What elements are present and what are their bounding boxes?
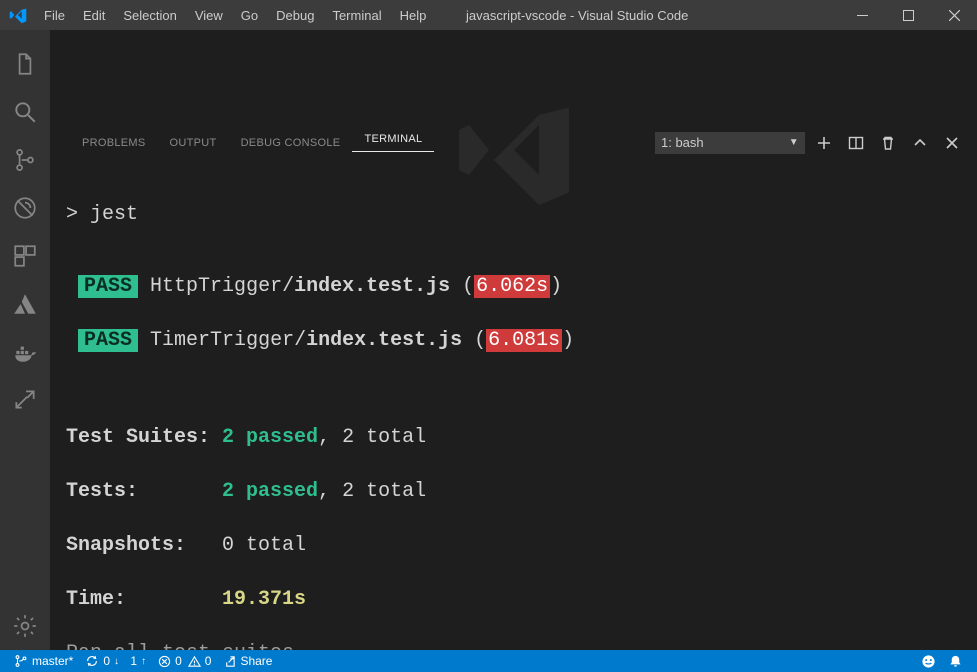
azure-icon[interactable] xyxy=(0,280,50,328)
editor-area: PROBLEMS OUTPUT DEBUG CONSOLE TERMINAL 1… xyxy=(50,30,977,650)
menu-debug[interactable]: Debug xyxy=(267,8,323,23)
status-feedback-icon[interactable] xyxy=(915,654,942,669)
summary-tests: Tests: 2 passed, 2 total xyxy=(66,478,961,505)
terminal-select[interactable]: 1: bash xyxy=(655,132,805,154)
debug-icon[interactable] xyxy=(0,184,50,232)
docker-icon[interactable] xyxy=(0,328,50,376)
status-branch[interactable]: master* xyxy=(8,654,79,668)
test-run-row: PASS TimerTrigger/index.test.js (6.081s) xyxy=(66,327,961,354)
gear-icon[interactable] xyxy=(0,602,50,650)
title-bar: File Edit Selection View Go Debug Termin… xyxy=(0,0,977,30)
menu-terminal[interactable]: Terminal xyxy=(323,8,390,23)
menu-go[interactable]: Go xyxy=(232,8,267,23)
vscode-logo-icon xyxy=(0,6,35,24)
status-sync[interactable]: 0↓ 1↑ xyxy=(79,654,152,668)
status-share[interactable]: Share xyxy=(217,654,278,668)
menu-view[interactable]: View xyxy=(186,8,232,23)
summary-suites: Test Suites: 2 passed, 2 total xyxy=(66,424,961,451)
minimize-button[interactable] xyxy=(839,0,885,30)
terminal-selector[interactable]: 1: bash ▼ xyxy=(655,132,805,154)
search-icon[interactable] xyxy=(0,88,50,136)
new-terminal-icon[interactable] xyxy=(811,130,837,156)
menu-file[interactable]: File xyxy=(35,8,74,23)
menu-edit[interactable]: Edit xyxy=(74,8,114,23)
status-notifications-icon[interactable] xyxy=(942,654,969,669)
explorer-icon[interactable] xyxy=(0,40,50,88)
terminal-body[interactable]: > jest PASS HttpTrigger/index.test.js (6… xyxy=(50,160,977,650)
test-run-row: PASS HttpTrigger/index.test.js (6.062s) xyxy=(66,273,961,300)
tab-output[interactable]: OUTPUT xyxy=(158,137,229,149)
summary-ran: Ran all test suites. xyxy=(66,640,961,650)
menu-selection[interactable]: Selection xyxy=(114,8,185,23)
status-bar: master* 0↓ 1↑ 0 0 Share xyxy=(0,650,977,672)
maximize-button[interactable] xyxy=(885,0,931,30)
status-errors[interactable]: 0 xyxy=(152,654,188,668)
maximize-panel-icon[interactable] xyxy=(907,130,933,156)
menu-help[interactable]: Help xyxy=(391,8,436,23)
summary-snapshots: Snapshots: 0 total xyxy=(66,532,961,559)
vscode-watermark-icon xyxy=(454,90,574,210)
split-terminal-icon[interactable] xyxy=(843,130,869,156)
close-panel-icon[interactable] xyxy=(939,130,965,156)
live-share-icon[interactable] xyxy=(0,376,50,424)
close-button[interactable] xyxy=(931,0,977,30)
activity-bar xyxy=(0,30,50,650)
extensions-icon[interactable] xyxy=(0,232,50,280)
tab-problems[interactable]: PROBLEMS xyxy=(70,137,158,149)
kill-terminal-icon[interactable] xyxy=(875,130,901,156)
status-warnings[interactable]: 0 xyxy=(188,654,218,668)
source-control-icon[interactable] xyxy=(0,136,50,184)
summary-time: Time: 19.371s xyxy=(66,586,961,613)
tab-debug-console[interactable]: DEBUG CONSOLE xyxy=(229,137,353,149)
window-title: javascript-vscode - Visual Studio Code xyxy=(435,8,839,23)
menu-bar: File Edit Selection View Go Debug Termin… xyxy=(35,8,435,23)
tab-terminal[interactable]: TERMINAL xyxy=(352,133,434,152)
